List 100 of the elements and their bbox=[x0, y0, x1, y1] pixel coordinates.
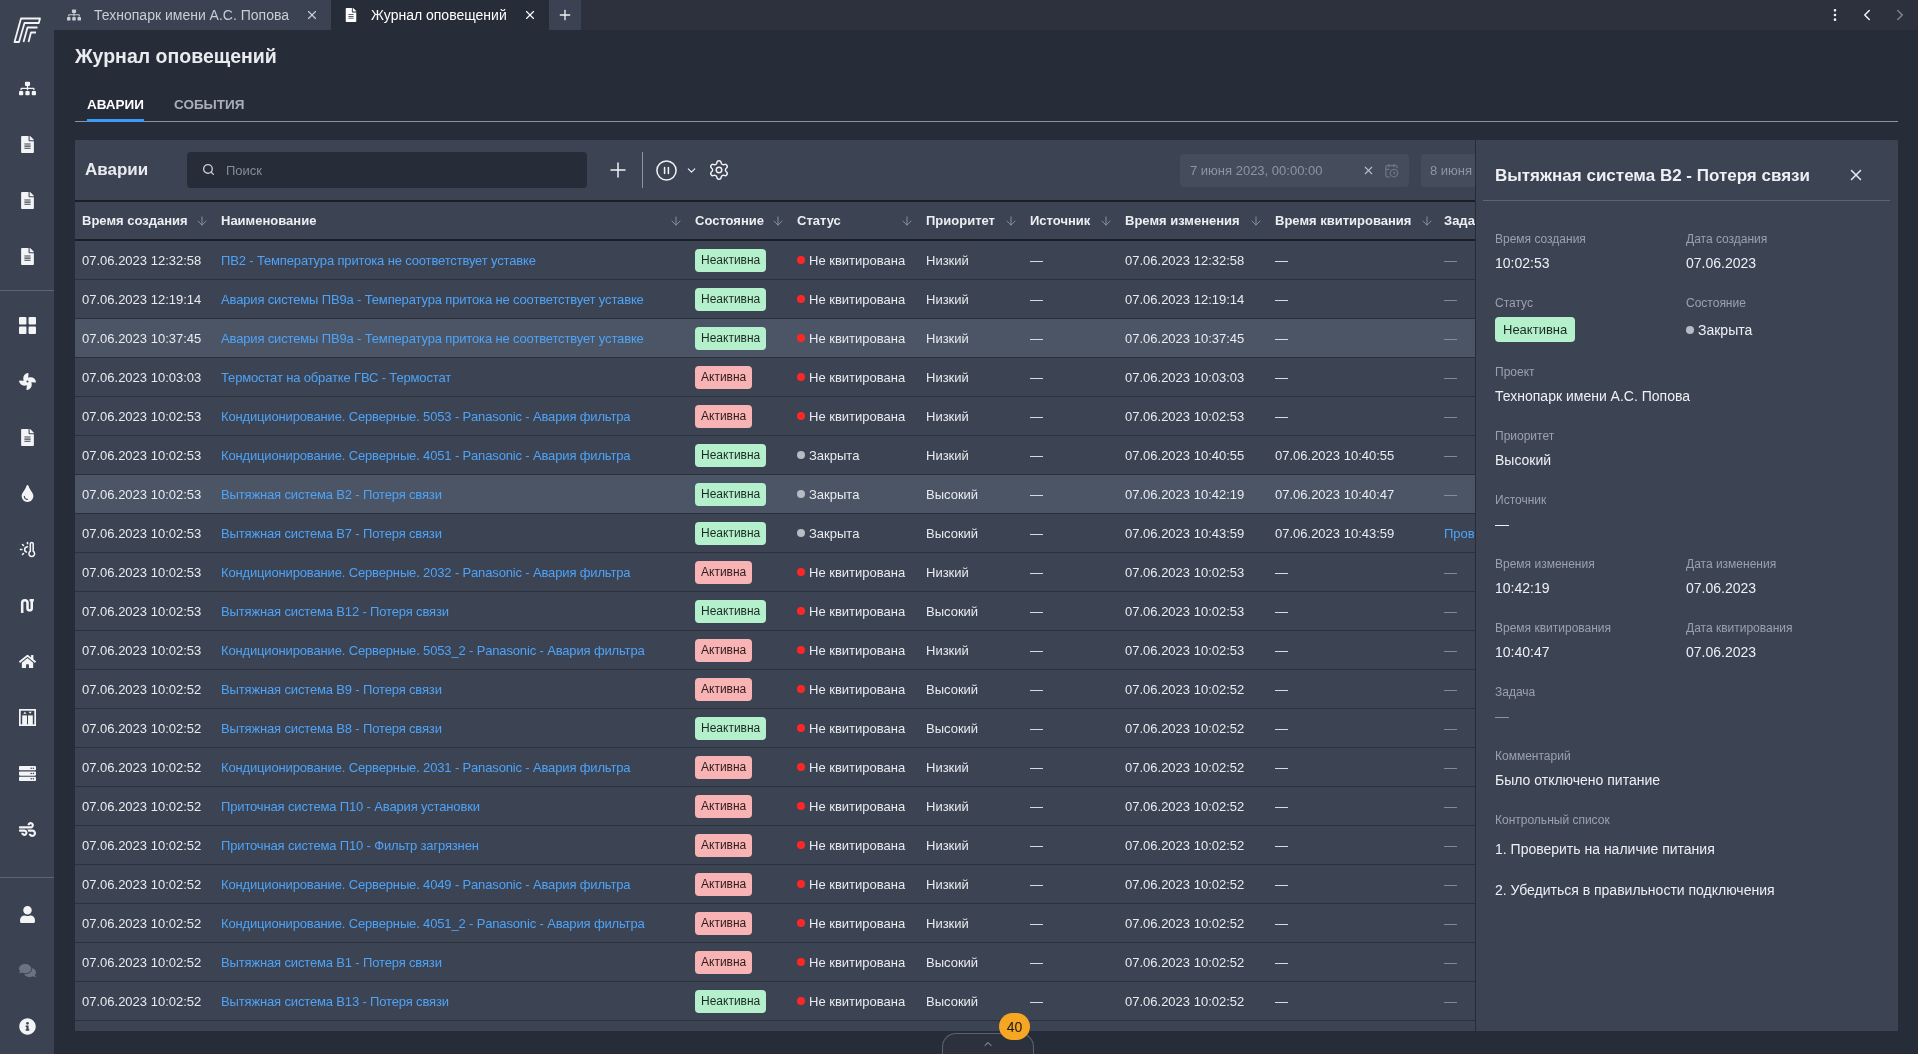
elevator-icon[interactable] bbox=[18, 708, 36, 726]
alarm-link[interactable]: Кондиционирование. Серверные. 4051_2 - Panasonic - Авария фильтра bbox=[221, 915, 645, 931]
wind-icon[interactable] bbox=[18, 820, 36, 838]
table-cell: — bbox=[1275, 330, 1288, 346]
alarm-link[interactable]: Кондиционирование. Серверные. 5053_2 - Panasonic - Авария фильтра bbox=[221, 642, 645, 658]
alarm-link[interactable]: Вытяжная система В8 - Потеря связи bbox=[221, 720, 442, 736]
thermometer-sun-icon[interactable] bbox=[18, 540, 36, 558]
fan-icon[interactable] bbox=[18, 372, 36, 390]
pull-up-handle[interactable] bbox=[942, 1033, 1034, 1054]
server-icon[interactable] bbox=[18, 764, 36, 782]
sort-arrow-icon[interactable] bbox=[1420, 213, 1434, 228]
app-tab[interactable]: Журнал оповещений bbox=[331, 0, 549, 30]
alarm-link[interactable]: Приточная система П10 - Фильтр загрязнен bbox=[221, 837, 479, 853]
field-value: Высокий bbox=[1495, 451, 1552, 470]
search-field[interactable]: Поиск bbox=[187, 152, 587, 188]
table-cell: Не квитирована bbox=[809, 993, 906, 1009]
table-cell: Не квитирована bbox=[809, 915, 906, 931]
alarm-link[interactable]: Приточная система П10 - Авария установки bbox=[221, 798, 480, 814]
table-cell: — bbox=[1444, 603, 1457, 619]
document-icon[interactable] bbox=[18, 135, 36, 153]
table-cell: Не квитирована bbox=[809, 642, 906, 658]
app-logo[interactable] bbox=[13, 17, 41, 43]
table-cell: Высокий bbox=[926, 954, 979, 970]
user-icon[interactable] bbox=[18, 905, 36, 923]
alarm-link[interactable]: Вытяжная система В12 - Потеря связи bbox=[221, 603, 449, 619]
house-icon[interactable] bbox=[18, 652, 36, 670]
table-cell: 07.06.2023 12:19:14 bbox=[1125, 291, 1245, 307]
table-row[interactable]: 07.06.2023 10:37:45 Авария системы ПВ9а - Температура притока не соответствует уставке Неактивна Не квитирована Низкий — 07.06.2023 10:37:45 — — bbox=[75, 319, 1475, 358]
table-row[interactable]: 07.06.2023 10:02:53 Вытяжная система В2 - Потеря связи Неактивна Закрыта Высокий — 07.06.2023 10:42:19 07.06.2023 10:40:47 — bbox=[75, 475, 1475, 514]
state-badge: Активна bbox=[695, 911, 753, 935]
field-label: Время создания bbox=[1495, 231, 1586, 247]
alarm-link[interactable]: Вытяжная система В9 - Потеря связи bbox=[221, 681, 442, 697]
table-cell: Высокий bbox=[926, 603, 979, 619]
sort-arrow-icon[interactable] bbox=[195, 213, 209, 228]
table-cell: Не квитирована bbox=[809, 798, 906, 814]
search-icon bbox=[202, 163, 215, 176]
table-cell: — bbox=[1030, 291, 1043, 307]
table-cell: — bbox=[1444, 798, 1457, 814]
alarm-link[interactable]: Кондиционирование. Серверные. 5053 - Panasonic - Авария фильтра bbox=[221, 408, 631, 424]
alarm-link[interactable]: Кондиционирование. Серверные. 2032 - Panasonic - Авария фильтра bbox=[221, 564, 631, 580]
table-cell: — bbox=[1275, 798, 1288, 814]
table-cell: 07.06.2023 10:02:53 bbox=[1125, 603, 1245, 619]
checklist-item: 2. Убедиться в правильности подключения bbox=[1495, 881, 1775, 900]
column-header[interactable]: Статус bbox=[790, 202, 919, 239]
alarm-link[interactable]: Вытяжная система В13 - Потеря связи bbox=[221, 993, 449, 1009]
table-cell: — bbox=[1444, 486, 1457, 502]
field-value: 10:42:19 bbox=[1495, 579, 1550, 598]
table-cell: — bbox=[1444, 681, 1457, 697]
field-value: 10:40:47 bbox=[1495, 643, 1550, 662]
page-tab[interactable]: АВАРИИ bbox=[87, 90, 144, 122]
field-value: — bbox=[1495, 707, 1509, 726]
document-icon[interactable] bbox=[18, 247, 36, 265]
grid-icon[interactable] bbox=[18, 316, 36, 334]
page-tab[interactable]: СОБЫТИЯ bbox=[174, 90, 245, 122]
alarm-link[interactable]: Кондиционирование. Серверные. 2031 - Panasonic - Авария фильтра bbox=[221, 759, 631, 775]
alarm-link[interactable]: Термостат на обратке ГВС - Термостат bbox=[221, 369, 452, 385]
alarm-link[interactable]: Кондиционирование. Серверные. 4051 - Panasonic - Авария фильтра bbox=[221, 447, 631, 463]
table-cell: — bbox=[1444, 993, 1457, 1009]
table-cell: 07.06.2023 10:02:52 bbox=[82, 876, 202, 892]
info-icon[interactable] bbox=[18, 1017, 36, 1035]
task-link[interactable]: Пров bbox=[1444, 525, 1475, 541]
close-icon[interactable] bbox=[305, 8, 319, 22]
table-cell: Высокий bbox=[926, 486, 979, 502]
column-header[interactable]: Состояние bbox=[688, 202, 790, 239]
sitemap-icon[interactable] bbox=[18, 79, 36, 97]
field-value: 07.06.2023 bbox=[1686, 643, 1757, 662]
sort-arrow-icon[interactable] bbox=[1249, 213, 1263, 228]
pipe-icon[interactable] bbox=[18, 596, 36, 614]
column-header[interactable]: Приоритет bbox=[919, 202, 1023, 239]
column-header[interactable]: Источник bbox=[1023, 202, 1118, 239]
table-cell: — bbox=[1275, 837, 1288, 853]
pause-icon[interactable] bbox=[655, 158, 678, 182]
app-tab[interactable]: Технопарк имени А.С. Попова bbox=[54, 0, 331, 30]
alarm-link[interactable]: Вытяжная система В1 - Потеря связи bbox=[221, 954, 442, 970]
column-header[interactable]: Время создания bbox=[75, 202, 214, 239]
field-value: Технопарк имени А.С. Попова bbox=[1495, 387, 1690, 406]
alarm-link[interactable]: Кондиционирование. Серверные. 4049 - Panasonic - Авария фильтра bbox=[221, 876, 631, 892]
table-cell: 07.06.2023 10:02:52 bbox=[82, 915, 202, 931]
table-cell: Низкий bbox=[926, 447, 969, 463]
table-cell: Не квитирована bbox=[809, 369, 906, 385]
table-cell: Низкий bbox=[926, 564, 969, 580]
new-tab-button[interactable] bbox=[548, 0, 581, 30]
table-cell: Высокий bbox=[926, 720, 979, 736]
column-header[interactable]: Время изменения bbox=[1118, 202, 1268, 239]
settings-icon[interactable] bbox=[708, 159, 730, 181]
alarm-link[interactable]: Авария системы ПВ9а - Температура притока не соответствует уставке bbox=[221, 291, 644, 307]
table-cell: — bbox=[1444, 642, 1457, 658]
document-icon[interactable] bbox=[18, 191, 36, 209]
column-header[interactable]: Наименование bbox=[214, 202, 688, 239]
column-header[interactable]: Время квитирования bbox=[1268, 202, 1439, 239]
sort-arrow-icon[interactable] bbox=[1099, 213, 1113, 228]
alarm-link[interactable]: Вытяжная система В7 - Потеря связи bbox=[221, 525, 442, 541]
table-cell: 07.06.2023 10:02:53 bbox=[82, 447, 202, 463]
alarm-link[interactable]: ПВ2 - Температура притока не соответствует уставке bbox=[221, 252, 536, 268]
table-cell: — bbox=[1030, 993, 1043, 1009]
column-header[interactable]: Зада bbox=[1439, 202, 1475, 239]
table-cell: Низкий bbox=[926, 759, 969, 775]
table-cell: — bbox=[1030, 330, 1043, 346]
table-cell: — bbox=[1030, 525, 1043, 541]
document-icon[interactable] bbox=[18, 428, 36, 446]
